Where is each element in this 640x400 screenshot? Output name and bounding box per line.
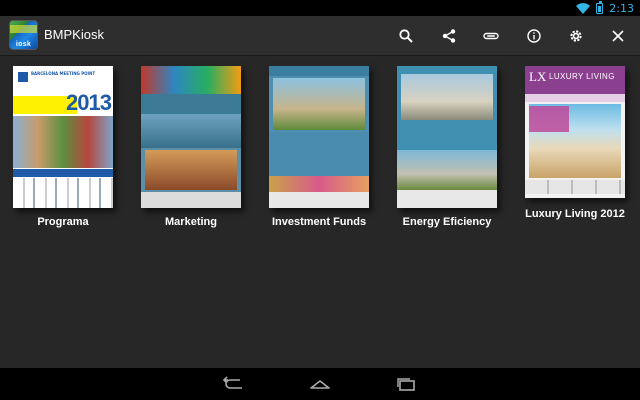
battery-icon xyxy=(596,0,604,14)
cover-logo-text: BARCELONA MEETING POINT xyxy=(31,71,96,76)
back-icon xyxy=(222,376,242,389)
cover-footer xyxy=(141,192,241,208)
app-icon-text: iosk xyxy=(15,41,32,48)
cover-footer xyxy=(397,190,497,208)
close-button[interactable] xyxy=(604,22,632,50)
cover-photo-bottom xyxy=(269,176,369,192)
cover-sponsor-logos xyxy=(13,178,113,208)
close-icon xyxy=(612,30,624,42)
share-button[interactable] xyxy=(435,22,463,50)
cover-year: 2013 xyxy=(66,90,112,115)
info-button[interactable] xyxy=(520,22,548,50)
cover-photo-bottom xyxy=(145,150,237,190)
cover-title-band xyxy=(397,122,497,150)
app-icon[interactable]: iosk xyxy=(9,20,38,50)
cover-title-band xyxy=(269,132,369,176)
home-button[interactable] xyxy=(303,374,337,394)
cover-programa[interactable]: BARCELONA MEETING POINT 2013 xyxy=(13,66,113,208)
cover-blue-strip xyxy=(13,169,113,177)
attach-button[interactable] xyxy=(477,22,505,50)
shelf-item-label[interactable]: Luxury Living 2012 xyxy=(510,208,640,220)
magazine-shelf: BARCELONA MEETING POINT 2013 Programa Ma… xyxy=(0,56,640,368)
settings-button[interactable] xyxy=(562,22,590,50)
navigation-bar xyxy=(0,368,640,400)
shelf-item-label[interactable]: Marketing xyxy=(126,216,256,228)
cover-pink-block xyxy=(529,106,569,132)
cover-footer xyxy=(269,192,369,208)
status-time: 2:13 xyxy=(609,1,634,15)
cover-photo-top xyxy=(141,66,241,94)
status-bar: 2:13 xyxy=(0,0,640,16)
action-bar: iosk BMPKiosk xyxy=(0,16,640,56)
app-title: BMPKiosk xyxy=(44,27,104,42)
cover-investment-funds[interactable] xyxy=(269,66,369,208)
bmp-logo-icon xyxy=(18,72,28,82)
shelf-item-label[interactable]: Energy Eficiency xyxy=(382,216,512,228)
cover-photo-top xyxy=(401,74,493,120)
attach-icon xyxy=(483,32,499,40)
back-button[interactable] xyxy=(217,374,251,394)
cover-marketing[interactable] xyxy=(141,66,241,208)
cover-photo-bottom xyxy=(397,150,497,190)
wifi-icon xyxy=(576,2,591,14)
cover-photo-middle xyxy=(141,114,241,148)
info-icon xyxy=(527,29,541,43)
cover-energy-eficiency[interactable] xyxy=(397,66,497,208)
cover-photo-strip xyxy=(13,116,113,168)
cover-lx-logo: LX xyxy=(529,69,547,84)
cover-subheader xyxy=(525,94,625,102)
search-icon xyxy=(399,29,413,43)
cover-photo-top xyxy=(273,78,365,130)
cover-title-band xyxy=(141,94,241,114)
cover-luxury-living[interactable]: LX LUXURY LIVING xyxy=(525,66,625,198)
cover-header xyxy=(269,66,369,76)
recent-apps-icon xyxy=(397,378,415,391)
status-indicators: 2:13 xyxy=(576,0,634,16)
share-icon xyxy=(442,29,456,43)
app-icon-band xyxy=(10,25,37,33)
cover-title: LUXURY LIVING xyxy=(549,72,615,81)
shelf-item-label[interactable]: Investment Funds xyxy=(254,216,384,228)
shelf-item-label[interactable]: Programa xyxy=(0,216,128,228)
search-button[interactable] xyxy=(392,22,420,50)
home-icon xyxy=(310,380,330,389)
cover-footer xyxy=(525,180,625,194)
recent-apps-button[interactable] xyxy=(389,374,423,394)
settings-icon xyxy=(570,30,582,42)
